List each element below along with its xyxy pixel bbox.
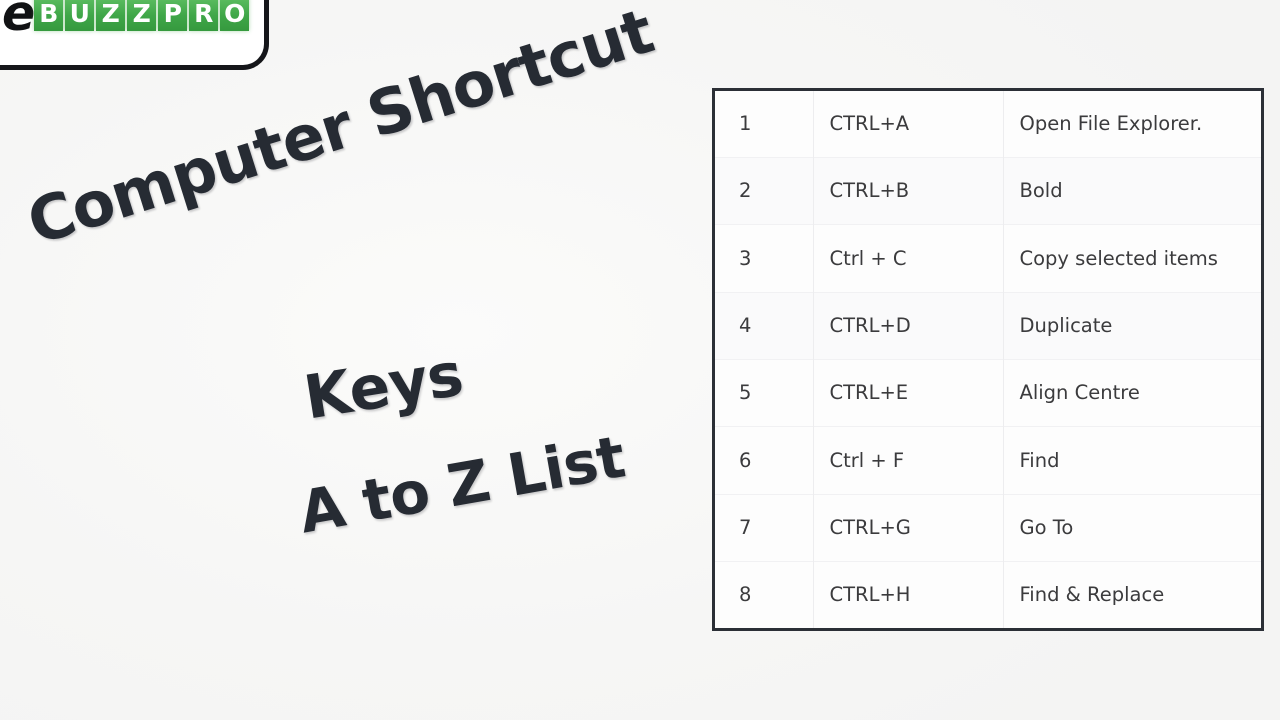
row-index: 8 — [715, 561, 814, 628]
row-keys: CTRL+E — [813, 359, 1004, 427]
site-logo[interactable]: e B U Z Z P R O — [0, 0, 269, 70]
row-keys: Ctrl + C — [813, 224, 1004, 293]
row-keys: Ctrl + F — [813, 426, 1004, 495]
row-index: 4 — [715, 292, 814, 360]
row-keys: CTRL+H — [813, 561, 1004, 628]
table-row: 6 Ctrl + F Find — [715, 426, 1261, 495]
row-index: 6 — [715, 426, 814, 495]
table-row: 7 CTRL+G Go To — [715, 494, 1261, 562]
logo-tile: B — [34, 0, 64, 31]
logo-tile: R — [189, 0, 219, 31]
row-keys: CTRL+D — [813, 292, 1004, 360]
row-index: 5 — [715, 359, 814, 427]
table-row: 4 CTRL+D Duplicate — [715, 292, 1261, 360]
row-index: 2 — [715, 157, 814, 225]
row-description: Duplicate — [1003, 292, 1261, 360]
logo-prefix-letter: e — [2, 0, 35, 42]
row-keys: CTRL+A — [813, 91, 1004, 158]
row-description: Go To — [1019, 515, 1074, 539]
title-line-2: Keys — [299, 339, 468, 434]
row-description: Copy selected items — [1019, 246, 1218, 270]
logo-tile: Z — [127, 0, 157, 31]
row-index: 7 — [715, 494, 814, 562]
logo-tile: U — [65, 0, 95, 31]
logo-tile-group: B U Z Z P R O — [34, 0, 250, 31]
logo-inner: e B U Z Z P R O — [0, 0, 250, 65]
row-description: Find & Replace — [1019, 583, 1165, 607]
table-row: 8 CTRL+H Find & Replace — [715, 561, 1261, 628]
table-row: 2 CTRL+B Bold — [715, 157, 1261, 225]
row-index: 3 — [715, 224, 814, 293]
row-index: 1 — [715, 91, 814, 158]
logo-tile: O — [220, 0, 250, 31]
title-line-3: A to Z List — [294, 422, 630, 547]
shortcut-table: 1 CTRL+A Open File Explorer. 2 CTRL+B Bo… — [715, 91, 1261, 628]
logo-tile: Z — [96, 0, 126, 31]
table-row: 5 CTRL+E Align Centre — [715, 359, 1261, 427]
row-description: Align Centre — [1019, 381, 1140, 405]
row-description: Bold — [1003, 157, 1261, 225]
row-description: Find — [1019, 448, 1060, 472]
shortcut-table-body: 1 CTRL+A Open File Explorer. 2 CTRL+B Bo… — [715, 91, 1261, 628]
row-keys: CTRL+G — [813, 494, 1004, 562]
shortcut-table-card: 1 CTRL+A Open File Explorer. 2 CTRL+B Bo… — [712, 88, 1264, 631]
table-row: 1 CTRL+A Open File Explorer. — [715, 91, 1261, 158]
row-keys: CTRL+B — [813, 157, 1004, 225]
row-description: Open File Explorer. — [1019, 112, 1203, 136]
logo-tile: P — [158, 0, 188, 31]
table-row: 3 Ctrl + C Copy selected items — [715, 224, 1261, 293]
page-title: Computer Shortcut Keys A to Z List — [0, 0, 690, 554]
